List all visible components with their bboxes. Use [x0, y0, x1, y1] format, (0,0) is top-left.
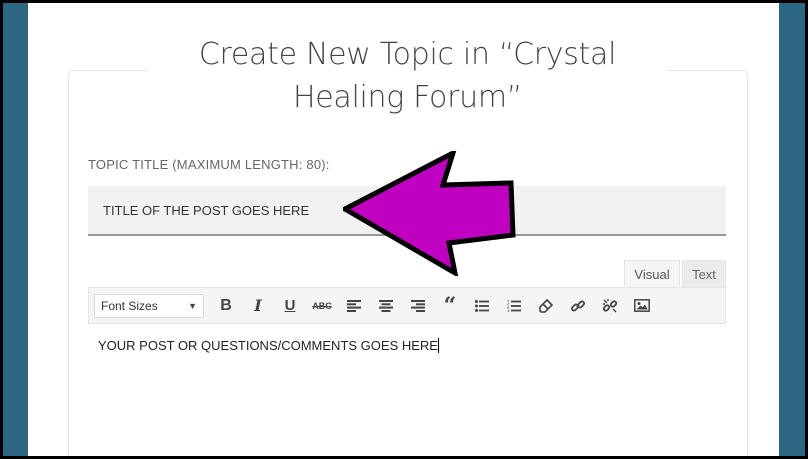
align-left-icon	[347, 299, 361, 312]
post-content-editor[interactable]: YOUR POST OR QUESTIONS/COMMENTS GOES HER…	[88, 324, 726, 456]
eraser-button[interactable]	[530, 291, 562, 321]
page-content: Create New Topic in “Crystal Healing For…	[28, 3, 779, 456]
unlink-icon	[602, 298, 618, 312]
numbered-list-icon: 123	[507, 300, 521, 312]
font-sizes-select[interactable]: Font Sizes ▼	[94, 293, 204, 318]
italic-button[interactable]: I	[242, 291, 274, 321]
tab-text[interactable]: Text	[682, 260, 726, 287]
bold-icon: B	[220, 296, 232, 314]
bullet-list-icon	[475, 299, 489, 312]
link-button[interactable]	[562, 291, 594, 321]
image-icon	[634, 299, 650, 312]
editor-toolbar: Font Sizes ▼ B I U ABC “ 1 2 3	[88, 287, 726, 324]
annotation-arrow	[343, 151, 516, 276]
numbered-list-button[interactable]: 123	[498, 291, 530, 321]
blockquote-button[interactable]: “	[434, 291, 466, 321]
underline-button[interactable]: U	[274, 291, 306, 321]
editor-text: YOUR POST OR QUESTIONS/COMMENTS GOES HER…	[98, 338, 438, 353]
eraser-icon	[539, 298, 553, 313]
topic-title-label: TOPIC TITLE (MAXIMUM LENGTH: 80):	[88, 157, 330, 172]
align-left-button[interactable]	[338, 291, 370, 321]
svg-text:3: 3	[507, 308, 510, 312]
unlink-button[interactable]	[594, 291, 626, 321]
italic-icon: I	[254, 296, 262, 315]
strikethrough-button[interactable]: ABC	[306, 291, 338, 321]
bold-button[interactable]: B	[210, 291, 242, 321]
font-sizes-label: Font Sizes	[101, 298, 158, 313]
chevron-down-icon: ▼	[188, 300, 197, 311]
align-right-icon	[411, 299, 425, 312]
underline-icon: U	[284, 297, 296, 314]
align-center-icon	[379, 299, 393, 312]
blockquote-icon: “	[443, 292, 457, 319]
link-icon	[571, 300, 585, 311]
strikethrough-icon: ABC	[312, 300, 332, 311]
bullet-list-button[interactable]	[466, 291, 498, 321]
align-right-button[interactable]	[402, 291, 434, 321]
align-center-button[interactable]	[370, 291, 402, 321]
page-title: Create New Topic in “Crystal Healing For…	[148, 33, 667, 119]
screenshot-frame: Create New Topic in “Crystal Healing For…	[3, 3, 805, 456]
text-cursor	[437, 338, 439, 353]
add-image-button[interactable]	[626, 291, 658, 321]
tab-visual[interactable]: Visual	[624, 260, 680, 287]
